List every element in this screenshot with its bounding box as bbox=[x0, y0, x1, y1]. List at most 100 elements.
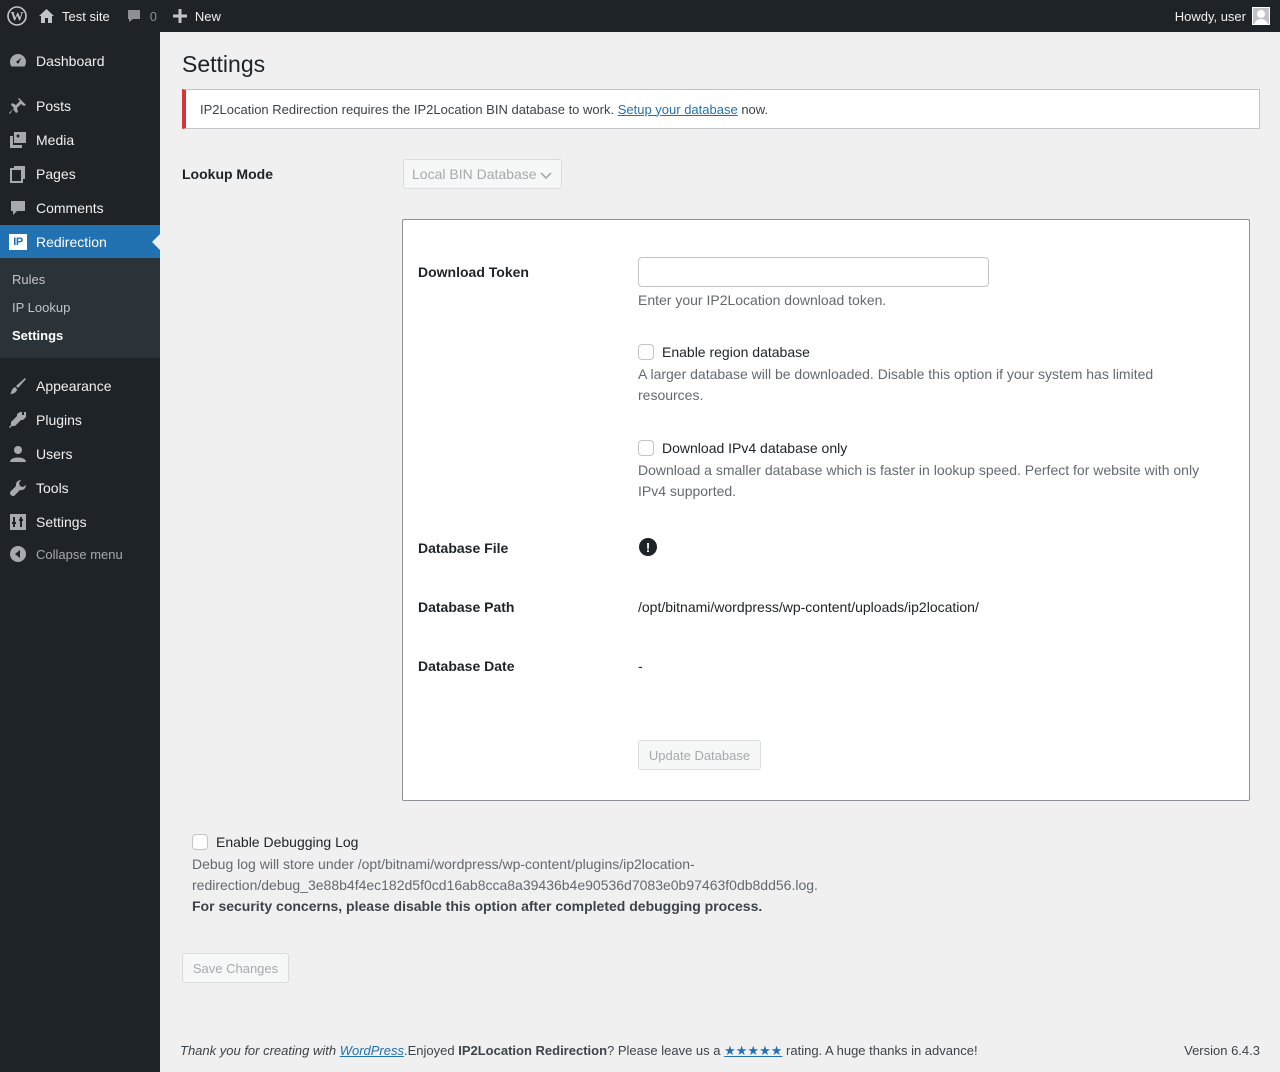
database-path-label: Database Path bbox=[418, 599, 515, 615]
comments-count: 0 bbox=[149, 8, 157, 24]
notice-text: IP2Location Redirection requires the IP2… bbox=[200, 102, 768, 117]
enable-region-database-checkbox[interactable] bbox=[638, 344, 654, 360]
enable-debugging-log-checkbox[interactable] bbox=[192, 834, 208, 850]
menu-tools[interactable]: Tools bbox=[0, 471, 160, 505]
media-icon bbox=[0, 131, 36, 149]
menu-media-label: Media bbox=[36, 132, 75, 148]
my-account-menu[interactable]: Howdy, user bbox=[1167, 0, 1280, 32]
new-content-link[interactable]: New bbox=[165, 0, 229, 32]
footer-enjoyed: .Enjoyed bbox=[404, 1043, 455, 1058]
new-label: New bbox=[194, 8, 221, 24]
menu-appearance-label: Appearance bbox=[36, 378, 112, 394]
lookup-mode-select[interactable]: Local BIN Database bbox=[403, 159, 562, 189]
menu-media[interactable]: Media bbox=[0, 123, 160, 157]
enable-debugging-log-label: Enable Debugging Log bbox=[216, 834, 359, 850]
update-database-button[interactable]: Update Database bbox=[638, 740, 761, 770]
menu-dashboard-label: Dashboard bbox=[36, 53, 105, 69]
error-notice: IP2Location Redirection requires the IP2… bbox=[182, 89, 1260, 129]
footer-plugin-name: IP2Location Redirection bbox=[458, 1043, 608, 1058]
notice-text-before: IP2Location Redirection requires the IP2… bbox=[200, 101, 615, 117]
menu-users[interactable]: Users bbox=[0, 437, 160, 471]
footer-thanks: Thank you for creating with bbox=[180, 1043, 337, 1058]
wrench-icon bbox=[0, 479, 36, 497]
submenu-settings[interactable]: Settings bbox=[12, 328, 63, 343]
save-changes-button[interactable]: Save Changes bbox=[182, 953, 289, 983]
wordpress-link[interactable]: WordPress bbox=[340, 1043, 404, 1058]
ipv4-only-label: Download IPv4 database only bbox=[662, 440, 848, 456]
comments-link[interactable]: 0 bbox=[118, 0, 165, 32]
menu-settings[interactable]: Settings bbox=[0, 505, 160, 539]
avatar bbox=[1252, 7, 1270, 25]
menu-pages-label: Pages bbox=[36, 166, 76, 182]
footer-rating: rating. A huge thanks in advance! bbox=[786, 1043, 978, 1058]
comment-icon bbox=[127, 10, 140, 22]
menu-appearance[interactable]: Appearance bbox=[0, 369, 160, 403]
settings-icon bbox=[0, 513, 36, 531]
menu-posts-label: Posts bbox=[36, 98, 72, 114]
download-token-label: Download Token bbox=[418, 264, 529, 280]
setup-database-link[interactable]: Setup your database bbox=[618, 102, 738, 117]
menu-users-label: Users bbox=[36, 446, 73, 462]
wordpress-logo-icon[interactable]: W bbox=[0, 0, 34, 32]
menu-dashboard[interactable]: Dashboard bbox=[0, 44, 160, 78]
ip-logo-text: IP bbox=[9, 234, 27, 250]
database-date-value: - bbox=[638, 658, 643, 674]
ip2location-logo-icon: IP bbox=[0, 234, 36, 250]
database-file-label: Database File bbox=[418, 540, 509, 556]
menu-tools-label: Tools bbox=[36, 480, 69, 496]
debug-log-path-line2: redirection/debug_3e88b4f4ec182d5f0cd16a… bbox=[192, 877, 818, 893]
database-date-label: Database Date bbox=[418, 658, 515, 674]
pin-icon bbox=[0, 97, 36, 115]
menu-comments[interactable]: Comments bbox=[0, 191, 160, 225]
redirection-submenu: Rules IP Lookup Settings bbox=[0, 258, 160, 358]
collapse-menu-label: Collapse menu bbox=[36, 546, 123, 562]
exclamation-circle-icon: ! bbox=[639, 538, 657, 556]
lookup-mode-label: Lookup Mode bbox=[182, 166, 273, 182]
submenu-rules[interactable]: Rules bbox=[12, 272, 45, 287]
footer-leave: ? Please leave us a bbox=[607, 1043, 721, 1058]
submenu-ip-lookup[interactable]: IP Lookup bbox=[12, 300, 70, 315]
debug-security-warning: For security concerns, please disable th… bbox=[192, 898, 763, 914]
plus-icon bbox=[172, 9, 187, 23]
dashboard-icon bbox=[0, 51, 36, 71]
brush-icon bbox=[0, 377, 36, 395]
pages-icon bbox=[0, 165, 36, 183]
svg-text:W: W bbox=[11, 9, 24, 24]
site-name-label: Test site bbox=[62, 8, 110, 24]
admin-sidebar: Dashboard Posts Media Pages Comments IP … bbox=[0, 32, 160, 1072]
footer-text: Thank you for creating with WordPress.En… bbox=[180, 1043, 978, 1059]
ipv4-only-description-line1: Download a smaller database which is fas… bbox=[638, 462, 1200, 478]
menu-redirection-label: Redirection bbox=[36, 234, 107, 250]
lookup-mode-value: Local BIN Database bbox=[412, 166, 537, 182]
collapse-icon bbox=[0, 545, 36, 563]
comment-icon bbox=[0, 199, 36, 217]
site-name-link[interactable]: Test site bbox=[34, 0, 118, 32]
download-token-description: Enter your IP2Location download token. bbox=[638, 292, 887, 308]
plugin-icon bbox=[0, 411, 36, 429]
menu-plugins[interactable]: Plugins bbox=[0, 403, 160, 437]
rating-stars-link[interactable]: ★★★★★ bbox=[724, 1043, 782, 1058]
region-database-description-line2: resources. bbox=[638, 387, 704, 403]
chevron-down-icon bbox=[540, 172, 552, 180]
ipv4-only-description-line2: IPv4 supported. bbox=[638, 483, 737, 499]
enable-region-database-label: Enable region database bbox=[662, 344, 810, 360]
debug-log-path-line1: Debug log will store under /opt/bitnami/… bbox=[192, 856, 695, 872]
admin-bar: W Test site 0 New Howdy, user bbox=[0, 0, 1280, 32]
ipv4-only-checkbox[interactable] bbox=[638, 440, 654, 456]
database-path-value: /opt/bitnami/wordpress/wp-content/upload… bbox=[638, 599, 979, 615]
menu-posts[interactable]: Posts bbox=[0, 89, 160, 123]
greeting-text: Howdy, user bbox=[1174, 8, 1246, 24]
region-database-description-line1: A larger database will be downloaded. Di… bbox=[638, 366, 1154, 382]
page-title: Settings bbox=[182, 51, 266, 77]
user-icon bbox=[0, 445, 36, 463]
menu-plugins-label: Plugins bbox=[36, 412, 82, 428]
home-icon bbox=[39, 9, 54, 23]
collapse-menu-button[interactable]: Collapse menu bbox=[0, 537, 160, 571]
menu-pages[interactable]: Pages bbox=[0, 157, 160, 191]
menu-redirection[interactable]: IP Redirection bbox=[0, 225, 160, 259]
menu-comments-label: Comments bbox=[36, 200, 104, 216]
wp-version: Version 6.4.3 bbox=[1184, 1043, 1260, 1058]
download-token-input[interactable] bbox=[638, 257, 989, 287]
menu-settings-label: Settings bbox=[36, 514, 87, 530]
notice-text-after: now. bbox=[741, 101, 769, 117]
